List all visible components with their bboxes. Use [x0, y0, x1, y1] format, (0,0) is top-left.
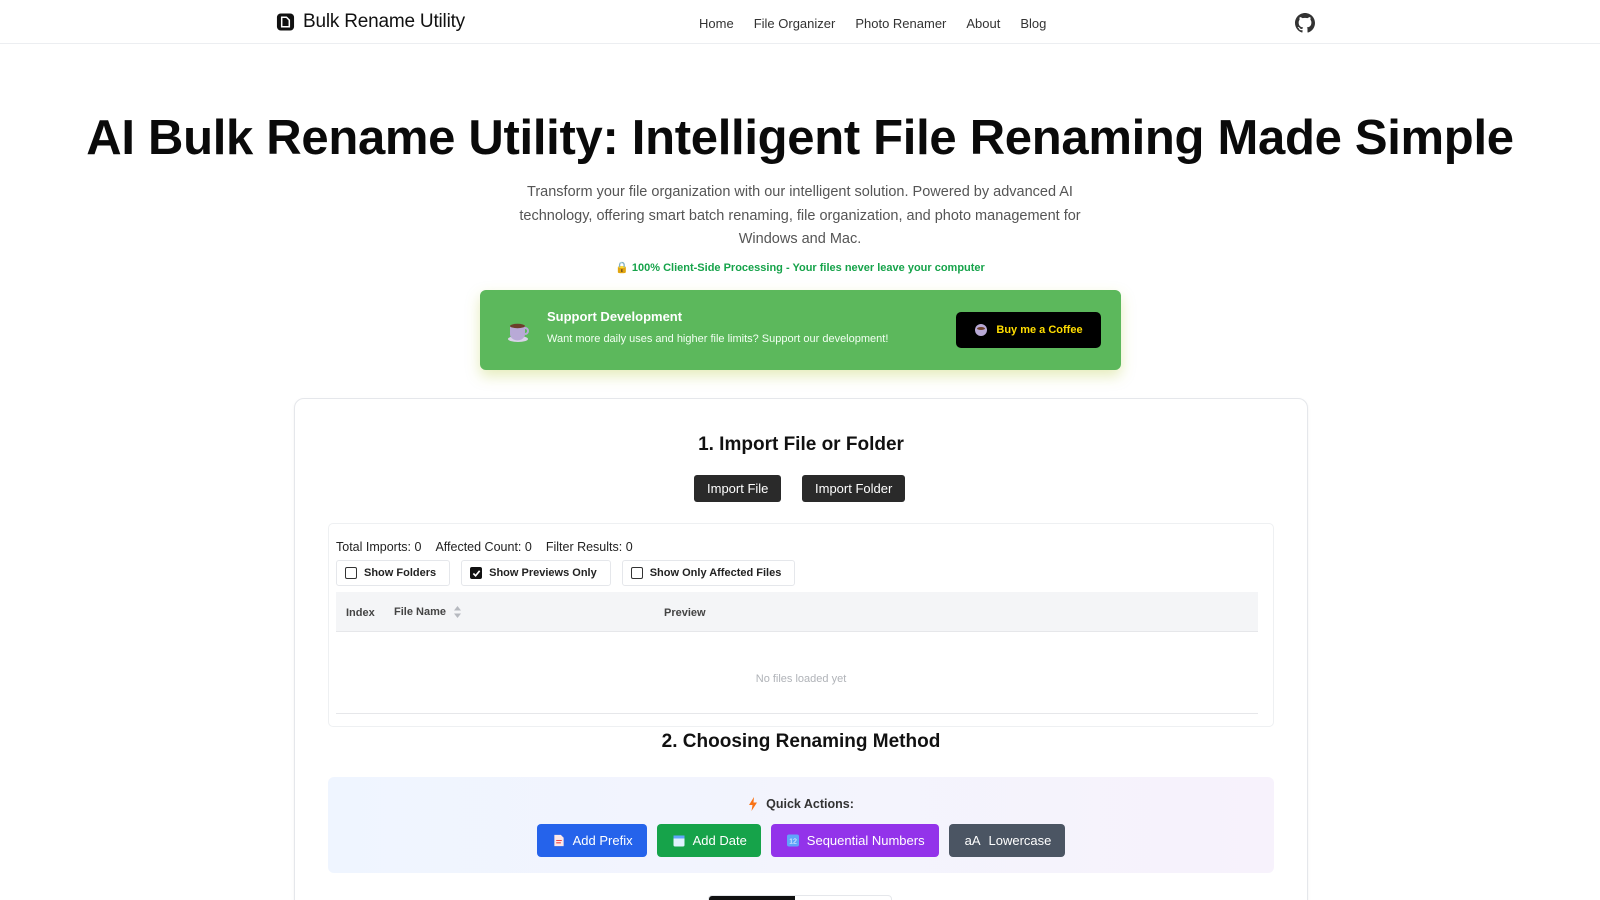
show-folders-checkbox[interactable]	[345, 567, 357, 579]
nav-about-link[interactable]: About	[966, 16, 1000, 31]
sort-icon[interactable]	[453, 605, 462, 619]
add-date-button[interactable]: Add Date	[656, 824, 761, 857]
filter-results-count: Filter Results: 0	[545, 540, 633, 554]
nav-blog-link[interactable]: Blog	[1020, 16, 1046, 31]
show-folders-label: Show Folders	[364, 567, 437, 579]
show-only-affected-toggle[interactable]: Show Only Affected Files	[621, 560, 796, 586]
sequential-numbers-button[interactable]: 12 Sequential Numbers	[770, 824, 939, 857]
top-navbar: Bulk Rename Utility Home File Organizer …	[0, 0, 1600, 44]
nav-home-link[interactable]: Home	[699, 16, 734, 31]
filter-options: Show Folders Show Previews Only Show Onl…	[336, 560, 796, 586]
add-prefix-label: Add Prefix	[572, 833, 633, 848]
quick-actions-title: Quick Actions:	[766, 797, 854, 811]
lowercase-icon: aA	[964, 833, 981, 848]
import-section-title: 1. Import File or Folder	[698, 434, 904, 455]
add-date-label: Add Date	[692, 833, 747, 848]
brand-name: Bulk Rename Utility	[303, 11, 465, 32]
numbers-icon: 12	[786, 834, 799, 847]
support-title: Support Development	[547, 309, 683, 324]
show-folders-toggle[interactable]: Show Folders	[336, 560, 451, 586]
buy-coffee-button[interactable]: Buy me a Coffee	[956, 312, 1101, 348]
coffee-cup-icon	[975, 324, 988, 336]
nav-photo-renamer-link[interactable]: Photo Renamer	[855, 16, 946, 31]
checkmark-icon	[472, 569, 480, 577]
hero-subtitle: Transform your file organization with ou…	[519, 184, 1081, 247]
method-section-title: 2. Choosing Renaming Method	[661, 731, 941, 752]
calendar-icon	[673, 835, 685, 847]
quick-actions-heading: Quick Actions:	[328, 797, 1274, 811]
file-list-panel: Total Imports: 0 Affected Count: 0 Filte…	[328, 523, 1274, 727]
file-name-column-header[interactable]: File Name	[394, 606, 446, 618]
brand-link[interactable]: Bulk Rename Utility	[276, 11, 465, 33]
sequential-numbers-label: Sequential Numbers	[806, 833, 925, 848]
svg-text:12: 12	[789, 839, 797, 846]
show-previews-only-checkbox[interactable]	[470, 567, 483, 579]
support-description: Want more daily uses and higher file lim…	[547, 333, 889, 345]
empty-state-message: No files loaded yet	[755, 673, 847, 685]
table-divider	[336, 713, 1258, 714]
show-previews-only-label: Show Previews Only	[489, 567, 597, 579]
document-icon	[553, 834, 564, 847]
github-icon[interactable]	[1295, 13, 1315, 33]
show-previews-only-toggle[interactable]: Show Previews Only	[461, 560, 611, 586]
coffee-cup-icon	[508, 323, 529, 342]
support-banner: Support Development Want more daily uses…	[480, 290, 1121, 370]
nav-file-organizer-link[interactable]: File Organizer	[754, 16, 836, 31]
total-imports-count: Total Imports: 0	[336, 540, 422, 554]
show-only-affected-label: Show Only Affected Files	[649, 567, 782, 579]
nav-links: Home File Organizer Photo Renamer About …	[699, 16, 1046, 31]
affected-count: Affected Count: 0	[435, 540, 532, 554]
preview-column-header: Preview	[664, 607, 706, 619]
active-method-tab[interactable]	[709, 896, 795, 900]
file-logo-icon	[276, 13, 295, 31]
import-counts: Total Imports: 0 Affected Count: 0 Filte…	[336, 540, 633, 554]
show-only-affected-checkbox[interactable]	[630, 567, 643, 579]
privacy-notice: 🔒 100% Client-Side Processing - Your fil…	[615, 262, 985, 274]
quick-actions-buttons: Add Prefix Add Date 12 Sequential Number…	[328, 824, 1274, 857]
rename-card: 1. Import File or Folder Import File Imp…	[294, 398, 1308, 900]
lightning-icon	[749, 797, 758, 811]
method-tabs	[708, 895, 892, 900]
add-prefix-button[interactable]: Add Prefix	[536, 824, 647, 857]
buy-coffee-label: Buy me a Coffee	[996, 324, 1083, 336]
lowercase-button[interactable]: aA Lowercase	[948, 824, 1066, 857]
lowercase-label: Lowercase	[988, 833, 1052, 848]
file-table-header: Index File Name Preview	[336, 592, 1258, 632]
index-column-header: Index	[346, 607, 375, 619]
import-file-button[interactable]: Import File	[694, 475, 782, 502]
quick-actions-panel: Quick Actions: Add Prefix Add Date 12 Se…	[328, 777, 1274, 873]
import-folder-button[interactable]: Import Folder	[802, 475, 906, 502]
page-title: AI Bulk Rename Utility: Intelligent File…	[86, 111, 1514, 165]
